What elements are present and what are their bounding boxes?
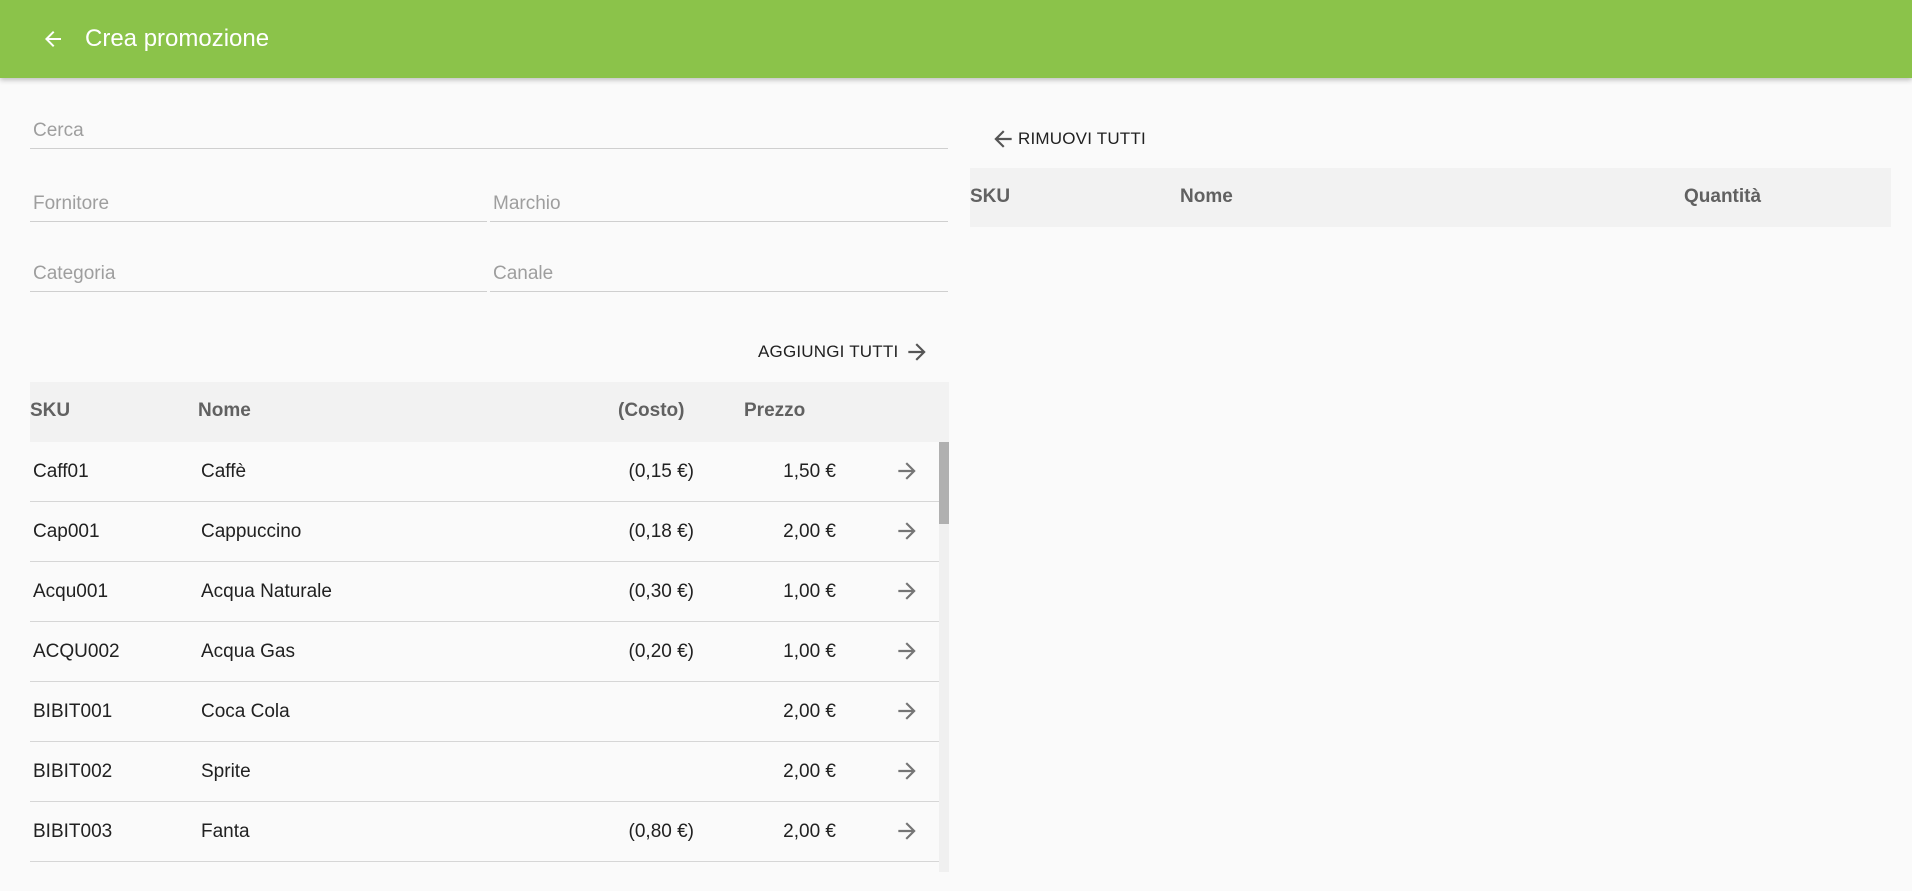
row-name: Acqua Naturale <box>201 581 332 602</box>
row-name: Caffè <box>201 461 247 482</box>
column-sku: SKU <box>30 400 71 421</box>
supplier-input[interactable] <box>30 189 487 219</box>
products-scrollbar[interactable] <box>939 442 949 872</box>
scrollbar-thumb[interactable] <box>939 442 949 524</box>
table-row: BIBIT002 Sprite 2,00 € <box>30 742 940 802</box>
add-all-button[interactable]: AGGIUNGI TUTTI <box>758 339 930 365</box>
row-name: Acqua Gas <box>201 641 295 662</box>
app-bar: Crea promozione <box>0 0 1912 78</box>
row-cost: (0,20 €) <box>628 641 694 662</box>
row-sku: Caff01 <box>33 461 89 482</box>
arrow-forward-icon <box>898 702 916 720</box>
column-price: Prezzo <box>744 400 806 421</box>
row-sku: Cap001 <box>33 521 100 542</box>
add-row-button[interactable] <box>892 456 922 486</box>
column-name: Nome <box>198 400 251 421</box>
row-price: 1,00 € <box>783 641 836 662</box>
add-row-button[interactable] <box>892 696 922 726</box>
table-row: ACQU002 Acqua Gas (0,20 €) 1,00 € <box>30 622 940 682</box>
add-row-button[interactable] <box>892 756 922 786</box>
table-row: BIBIT003 Fanta (0,80 €) 2,00 € <box>30 802 940 862</box>
row-name: Cappuccino <box>201 521 302 542</box>
channel-field <box>490 259 948 292</box>
row-price: 2,00 € <box>783 701 836 722</box>
search-input[interactable] <box>30 116 948 146</box>
row-name: Sprite <box>201 761 251 782</box>
table-row: Cap001 Cappuccino (0,18 €) 2,00 € <box>30 502 940 562</box>
products-table-header: SKU Nome (Costo) Prezzo <box>30 382 949 442</box>
row-sku: BIBIT002 <box>33 761 113 782</box>
row-sku: ACQU002 <box>33 641 120 662</box>
channel-input[interactable] <box>490 259 948 289</box>
row-cost: (0,15 €) <box>628 461 694 482</box>
row-sku: BIBIT003 <box>33 821 113 842</box>
column-quantity: Quantità <box>1684 186 1762 207</box>
row-price: 2,00 € <box>783 761 836 782</box>
add-row-button[interactable] <box>892 816 922 846</box>
arrow-forward-icon <box>898 582 916 600</box>
add-row-button[interactable] <box>892 636 922 666</box>
table-row: BIBIT001 Coca Cola 2,00 € <box>30 682 940 742</box>
row-price: 2,00 € <box>783 521 836 542</box>
back-button[interactable] <box>36 22 70 56</box>
column-sku: SKU <box>970 186 1011 207</box>
row-cost: (0,30 €) <box>628 581 694 602</box>
table-row: Caff01 Caffè (0,15 €) 1,50 € <box>30 442 940 502</box>
row-cost: (0,80 €) <box>628 821 694 842</box>
arrow-forward-icon <box>908 343 927 361</box>
remove-all-label: RIMUOVI TUTTI <box>1018 129 1146 148</box>
brand-field <box>490 189 948 222</box>
supplier-field <box>30 189 487 222</box>
row-name: Coca Cola <box>201 701 290 722</box>
arrow-forward-icon <box>898 762 916 780</box>
arrow-forward-icon <box>898 522 916 540</box>
arrow-forward-icon <box>898 462 916 480</box>
products-table-body: Caff01 Caffè (0,15 €) 1,50 € Cap001 Capp… <box>30 442 950 872</box>
arrow-forward-icon <box>898 822 916 840</box>
page-title: Crea promozione <box>85 25 270 52</box>
arrow-back-icon <box>45 31 61 47</box>
search-field <box>30 116 948 149</box>
add-row-button[interactable] <box>892 516 922 546</box>
add-row-button[interactable] <box>892 576 922 606</box>
table-row: Acqu001 Acqua Naturale (0,30 €) 1,00 € <box>30 562 940 622</box>
row-cost: (0,18 €) <box>628 521 694 542</box>
column-name: Nome <box>1180 186 1233 207</box>
brand-input[interactable] <box>490 189 948 219</box>
row-sku: BIBIT001 <box>33 701 113 722</box>
promotion-table-header: SKU Nome Quantità <box>970 168 1891 227</box>
row-name: Fanta <box>201 821 250 842</box>
remove-all-button[interactable]: RIMUOVI TUTTI <box>990 126 1146 152</box>
add-all-label: AGGIUNGI TUTTI <box>758 342 899 361</box>
arrow-forward-icon <box>898 642 916 660</box>
row-price: 1,00 € <box>783 581 836 602</box>
column-cost: (Costo) <box>618 400 685 421</box>
row-price: 1,50 € <box>783 461 836 482</box>
category-input[interactable] <box>30 259 487 289</box>
row-sku: Acqu001 <box>33 581 109 602</box>
arrow-back-icon <box>994 130 1012 148</box>
row-price: 2,00 € <box>783 821 836 842</box>
category-field <box>30 259 487 292</box>
